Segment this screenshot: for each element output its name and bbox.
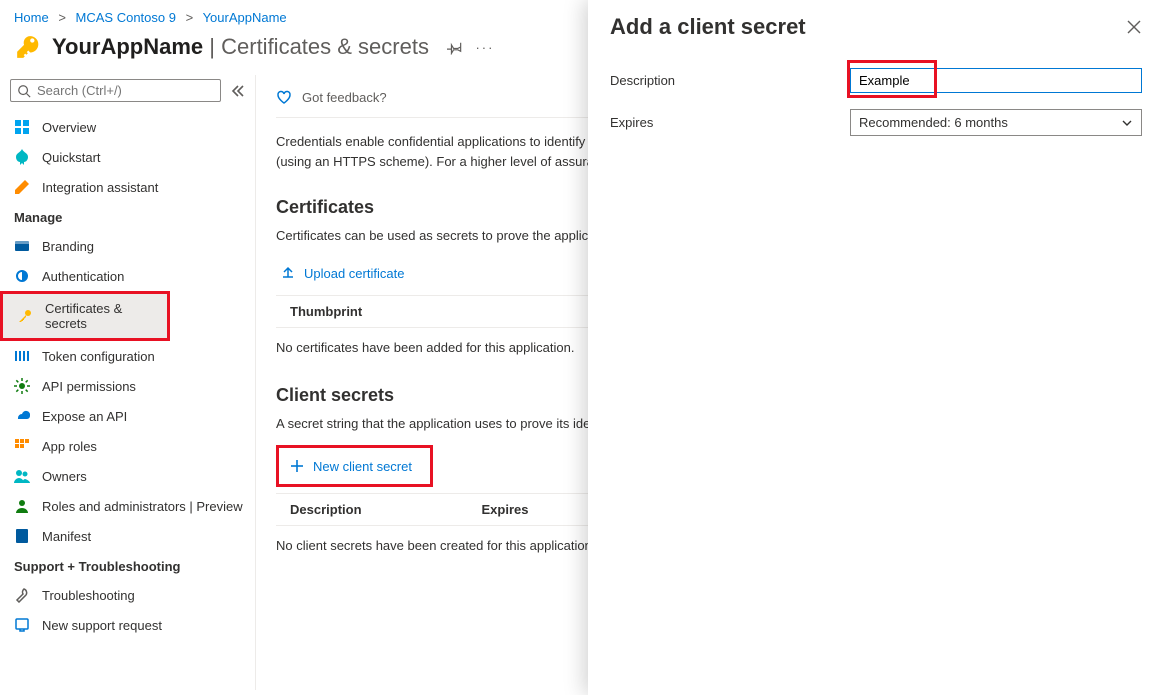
sidebar-item-expose-api[interactable]: Expose an API [0,401,255,431]
authentication-icon [14,268,30,284]
sidebar-item-manifest[interactable]: Manifest [0,521,255,551]
overview-icon [14,119,30,135]
description-label: Description [610,73,850,88]
sidebar-item-quickstart[interactable]: Quickstart [0,142,255,172]
app-roles-icon [14,438,30,454]
key-icon [14,33,42,61]
sidebar-item-api-permissions[interactable]: API permissions [0,371,255,401]
collapse-sidebar-icon[interactable] [229,83,245,99]
expires-label: Expires [610,115,850,130]
close-icon [1126,19,1142,35]
expires-value: Recommended: 6 months [859,115,1008,130]
sidebar-item-label: Authentication [42,269,124,284]
key-icon [17,308,33,324]
integration-icon [14,179,30,195]
page-title-app: YourAppName [52,34,203,59]
owners-icon [14,468,30,484]
quickstart-icon [14,149,30,165]
sidebar-item-troubleshooting[interactable]: Troubleshooting [0,580,255,610]
sidebar-item-label: Certificates & secrets [45,301,157,331]
sidebar-item-certificates-secrets[interactable]: Certificates & secrets [3,294,167,338]
pin-icon[interactable] [447,39,463,55]
panel-title: Add a client secret [610,14,806,40]
upload-icon [280,265,296,281]
branding-icon [14,238,30,254]
page-title: YourAppName | Certificates & secrets [52,34,429,60]
sidebar-item-branding[interactable]: Branding [0,231,255,261]
col-description: Description [290,502,362,517]
sidebar-item-label: Token configuration [42,349,155,364]
col-expires: Expires [482,502,529,517]
sidebar-item-label: Quickstart [42,150,101,165]
sidebar-item-label: Troubleshooting [42,588,135,603]
support-request-icon [14,617,30,633]
page-title-section: Certificates & secrets [221,34,429,59]
sidebar-item-label: Overview [42,120,96,135]
sidebar-item-new-support-request[interactable]: New support request [0,610,255,640]
chevron-down-icon [1121,117,1133,129]
sidebar-item-label: Manifest [42,529,91,544]
sidebar-item-label: API permissions [42,379,136,394]
plus-icon [289,458,305,474]
sidebar-item-label: Roles and administrators | Preview [42,499,243,514]
col-thumbprint: Thumbprint [290,304,362,319]
token-icon [14,348,30,364]
roles-admin-icon [14,498,30,514]
breadcrumb-app[interactable]: YourAppName [203,10,287,25]
search-input-wrapper[interactable] [10,79,221,102]
upload-certificate-label: Upload certificate [304,266,404,281]
expires-select[interactable]: Recommended: 6 months [850,109,1142,136]
upload-certificate-button[interactable]: Upload certificate [276,257,408,289]
heart-icon [276,89,292,105]
sidebar: Overview Quickstart Integration assistan… [0,75,256,690]
sidebar-item-label: Integration assistant [42,180,158,195]
sidebar-item-token-configuration[interactable]: Token configuration [0,341,255,371]
close-panel-button[interactable] [1126,19,1142,35]
more-icon[interactable]: ··· [477,39,493,55]
breadcrumb-sep: > [58,10,66,25]
description-input[interactable] [850,68,1142,93]
sidebar-item-owners[interactable]: Owners [0,461,255,491]
new-client-secret-label: New client secret [313,459,412,474]
sidebar-header-manage: Manage [0,202,255,231]
manifest-icon [14,528,30,544]
sidebar-item-authentication[interactable]: Authentication [0,261,255,291]
breadcrumb-home[interactable]: Home [14,10,49,25]
search-icon [17,84,31,98]
breadcrumb-org[interactable]: MCAS Contoso 9 [76,10,176,25]
sidebar-item-app-roles[interactable]: App roles [0,431,255,461]
sidebar-item-label: App roles [42,439,97,454]
sidebar-item-roles-administrators[interactable]: Roles and administrators | Preview [0,491,255,521]
sidebar-item-integration-assistant[interactable]: Integration assistant [0,172,255,202]
sidebar-item-label: Branding [42,239,94,254]
breadcrumb-sep: > [186,10,194,25]
add-client-secret-panel: Add a client secret Description Expires … [588,0,1164,695]
sidebar-item-overview[interactable]: Overview [0,112,255,142]
search-input[interactable] [37,83,214,98]
expose-api-icon [14,408,30,424]
api-permissions-icon [14,378,30,394]
sidebar-item-label: New support request [42,618,162,633]
feedback-label: Got feedback? [302,90,387,105]
troubleshooting-icon [14,587,30,603]
new-client-secret-button[interactable]: New client secret [279,448,430,484]
sidebar-header-support: Support + Troubleshooting [0,551,255,580]
sidebar-item-label: Expose an API [42,409,127,424]
sidebar-item-label: Owners [42,469,87,484]
